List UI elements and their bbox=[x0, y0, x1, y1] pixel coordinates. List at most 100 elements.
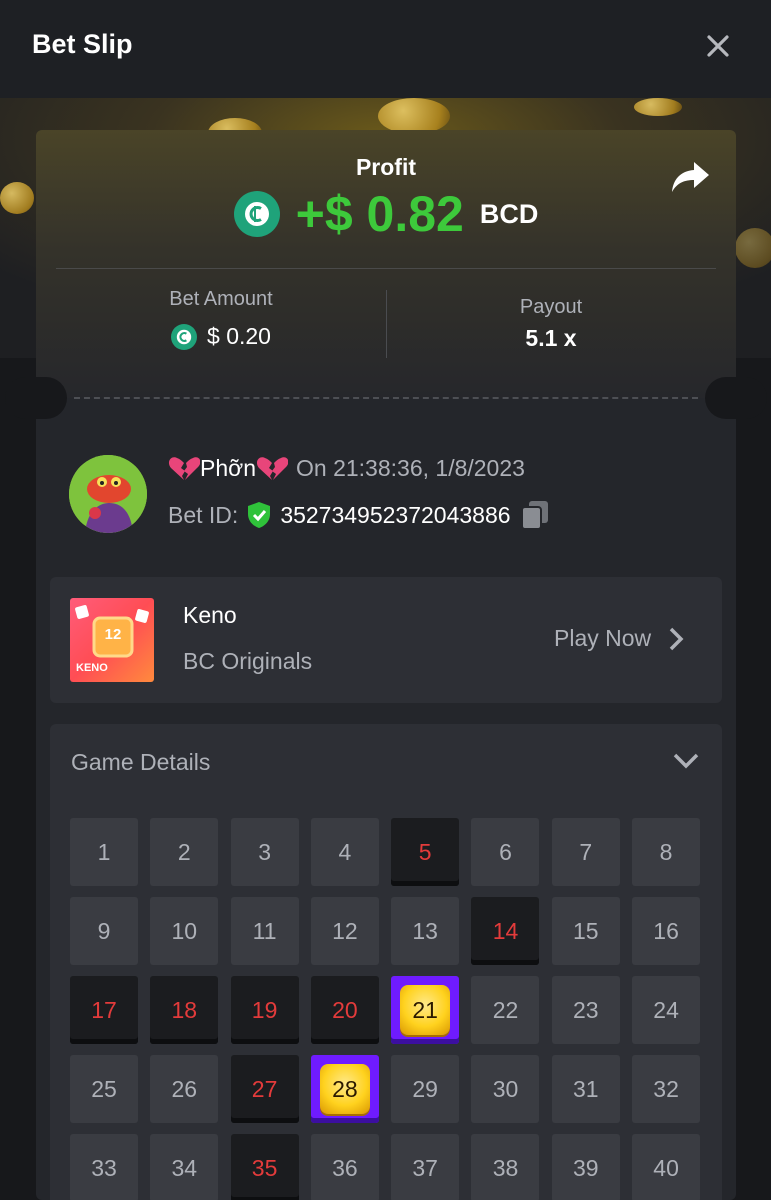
keno-cell-miss: 18 bbox=[150, 976, 219, 1044]
keno-number: 34 bbox=[171, 1154, 198, 1181]
play-now-label: Play Now bbox=[554, 625, 652, 651]
keno-cell: 3 bbox=[230, 818, 299, 886]
payout-label: Payout bbox=[519, 296, 583, 318]
keno-number: 14 bbox=[492, 917, 519, 944]
keno-cell: 15 bbox=[551, 897, 620, 965]
keno-cell: 39 bbox=[551, 1134, 620, 1200]
keno-cell-miss: 14 bbox=[471, 897, 540, 965]
game-details-title: Game Details bbox=[71, 749, 211, 775]
keno-cell: 36 bbox=[310, 1134, 379, 1200]
username[interactable]: Phỡn bbox=[200, 455, 256, 482]
keno-board: 1 2 3 4 5 6 7 8 9 10 11 12 13 14 15 16 17 18 19 20 21 22 23 24 2… bbox=[70, 818, 701, 1200]
keno-number: 39 bbox=[572, 1154, 599, 1181]
keno-number: 24 bbox=[653, 996, 679, 1023]
keno-number: 37 bbox=[412, 1154, 438, 1181]
keno-number: 27 bbox=[251, 1075, 278, 1102]
bet-id-value: 352734952372043886 bbox=[280, 501, 511, 528]
keno-number: 10 bbox=[171, 917, 198, 944]
keno-number: 8 bbox=[659, 838, 673, 865]
keno-number: 9 bbox=[97, 917, 111, 944]
keno-number: 16 bbox=[653, 917, 679, 944]
keno-cell: 16 bbox=[632, 897, 701, 965]
header: Bet Slip bbox=[0, 0, 771, 98]
profit-currency: BCD bbox=[479, 198, 539, 229]
bet-amount-label: Bet Amount bbox=[169, 288, 273, 310]
gem-icon: 28 bbox=[319, 1064, 370, 1114]
keno-number: 20 bbox=[332, 996, 358, 1023]
broken-heart-icon bbox=[168, 456, 200, 480]
keno-cell: 30 bbox=[471, 1055, 540, 1123]
keno-number: 33 bbox=[91, 1154, 117, 1181]
keno-cell: 22 bbox=[471, 976, 540, 1044]
keno-number: 25 bbox=[91, 1075, 117, 1102]
keno-cell-miss: 35 bbox=[230, 1134, 299, 1200]
bet-id-label: Bet ID: bbox=[168, 501, 239, 528]
game-name: Keno bbox=[183, 602, 237, 628]
keno-number: 12 bbox=[332, 917, 358, 944]
keno-cell: 26 bbox=[150, 1055, 219, 1123]
keno-number: 30 bbox=[492, 1075, 519, 1102]
bcd-coin-icon bbox=[171, 323, 198, 350]
keno-number: 31 bbox=[572, 1075, 599, 1102]
game-provider: BC Originals bbox=[183, 648, 313, 674]
broken-heart-icon bbox=[256, 456, 289, 480]
keno-number: 19 bbox=[251, 996, 278, 1023]
verified-shield-icon bbox=[248, 502, 271, 528]
user-info: Phỡn On 21:38:36, 1/8/2023 bbox=[168, 455, 525, 482]
keno-cell: 24 bbox=[632, 976, 701, 1044]
keno-cell: 7 bbox=[551, 818, 620, 886]
profit-label: Profit bbox=[355, 154, 417, 180]
coin-decoration bbox=[735, 228, 771, 268]
play-now-link[interactable]: Play Now bbox=[554, 625, 687, 652]
keno-number: 17 bbox=[91, 996, 117, 1023]
bet-amount: Bet Amount $ 0.20 bbox=[56, 288, 386, 350]
payout: Payout 5.1 x bbox=[386, 296, 716, 352]
keno-cell-miss: 5 bbox=[391, 818, 460, 886]
avatar[interactable] bbox=[69, 455, 147, 533]
keno-cell: 23 bbox=[551, 976, 620, 1044]
keno-number: 35 bbox=[251, 1154, 278, 1181]
keno-cell: 25 bbox=[70, 1055, 138, 1123]
game-details-panel: Game Details 1 2 3 4 5 6 7 8 9 10 11 12 13 14 15 16 17 18… bbox=[50, 724, 722, 1200]
bet-id-row: Bet ID: 352734952372043886 bbox=[168, 500, 549, 530]
payout-value: 5.1 x bbox=[525, 325, 577, 351]
keno-number: 36 bbox=[332, 1154, 358, 1181]
keno-cell: 29 bbox=[391, 1055, 460, 1123]
profit-row: +$ 0.82 BCD bbox=[36, 185, 736, 243]
keno-number: 3 bbox=[258, 838, 271, 865]
keno-number: 13 bbox=[412, 917, 438, 944]
game-thumbnail-label: KENO bbox=[76, 662, 108, 674]
coin-decoration bbox=[634, 98, 682, 116]
keno-cell: 11 bbox=[230, 897, 299, 965]
bet-amount-value-row: $ 0.20 bbox=[56, 323, 386, 350]
bcd-coin-icon bbox=[233, 191, 280, 237]
keno-cell: 8 bbox=[632, 818, 701, 886]
keno-cell: 6 bbox=[471, 818, 540, 886]
keno-cell-miss: 20 bbox=[310, 976, 379, 1044]
keno-cell: 1 bbox=[70, 818, 138, 886]
keno-number: 6 bbox=[499, 838, 512, 865]
keno-number: 40 bbox=[653, 1154, 679, 1181]
keno-number: 26 bbox=[171, 1075, 198, 1102]
keno-number: 22 bbox=[492, 996, 519, 1023]
game-thumbnail: 12 KENO bbox=[70, 598, 154, 682]
keno-cell-miss: 17 bbox=[70, 976, 138, 1044]
keno-cell: 13 bbox=[391, 897, 460, 965]
chevron-down-icon[interactable] bbox=[672, 750, 700, 772]
keno-number: 5 bbox=[418, 838, 432, 865]
coin-decoration bbox=[0, 182, 34, 214]
keno-cell: 32 bbox=[632, 1055, 701, 1123]
ticket-notch bbox=[705, 377, 767, 419]
keno-cell: 2 bbox=[150, 818, 219, 886]
bet-timestamp: On 21:38:36, 1/8/2023 bbox=[296, 455, 525, 481]
close-icon[interactable] bbox=[702, 30, 734, 62]
copy-icon[interactable] bbox=[520, 500, 549, 530]
share-icon[interactable] bbox=[670, 160, 710, 194]
keno-number: 7 bbox=[579, 838, 593, 865]
keno-cell-hit: 28 bbox=[310, 1055, 379, 1123]
ticket-perforation bbox=[74, 397, 698, 399]
keno-number: 4 bbox=[338, 838, 352, 865]
keno-cell: 12 bbox=[310, 897, 379, 965]
game-card[interactable]: 12 KENO Keno BC Originals Play Now bbox=[50, 577, 722, 703]
keno-number: 11 bbox=[252, 917, 277, 944]
